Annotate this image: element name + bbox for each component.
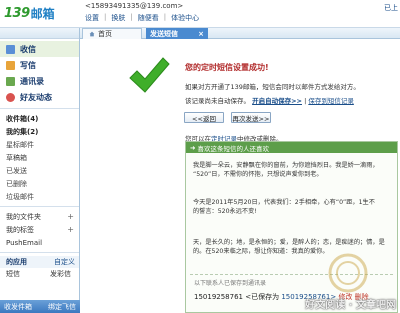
pushemail-row[interactable]: PushEmail [0,236,79,249]
my-folders-row[interactable]: 我的文件夹 + [0,210,79,223]
skin-link[interactable]: 换肤 [111,13,125,23]
friends-icon [6,92,15,102]
success-title: 您的定时短信设置成功! [185,63,269,72]
nav-contacts[interactable]: 通讯录 [0,73,79,89]
sidebar: 收信 写信 通讯录 好友动态 收件箱(4) 我的集(2) 星标邮件 草稿箱 已发… [0,28,80,313]
main-content: 您的定时短信设置成功! 如果对方开通了139邮箱，短信会同时以邮件方式发给对方。… [81,40,400,313]
save-hint: 该记录尚未自动保存。 开启自动保存>> | 保存到短信记录 [185,97,354,105]
folder-spam[interactable]: 垃圾邮件 [0,190,79,203]
add-folder-icon[interactable]: + [67,212,74,221]
close-tab-icon[interactable]: × [198,30,204,38]
sms-line: 天，是长久的；地，是永恒的；爱，是醉人的；恋，是痴迷的；情，是 [193,239,385,246]
sidebar-bottom-bar: 收发件箱 绑定飞信 [0,300,80,313]
sms-line: 的誓言：520永远不变! [193,208,257,215]
back-button[interactable]: <<返回 [184,112,224,123]
folder-sent[interactable]: 已发送 [0,164,79,177]
my-tags-label: 我的标签 [6,225,34,234]
tab-home[interactable]: 首页 [82,28,142,39]
recommended-title: 喜欢这条短信的人还喜欢 [197,144,269,153]
send-receive-link[interactable]: 收发件箱 [4,302,32,312]
logo-word: 邮箱 [30,6,55,21]
folder-starred[interactable]: 星标邮件 [0,138,79,151]
customize-apps-link[interactable]: 自定义 [54,257,75,267]
save-hint-text: 该记录尚未自动保存。 [185,97,250,105]
tab-send-sms-label: 发送短信 [150,29,178,38]
online-status[interactable]: 已上 [384,3,398,13]
contact-number: 15019258761 [194,293,243,301]
app-mms[interactable]: 发彩信 [50,269,71,279]
bind-fetion-link[interactable]: 绑定飞信 [48,302,76,312]
forward-description: 如果对方开通了139邮箱，短信会同时以邮件方式发给对方。 [185,83,360,91]
apps-row: 短信 发彩信 [0,268,79,280]
nav-contacts-label: 通讯录 [20,76,44,86]
folder-drafts[interactable]: 草稿箱 [0,151,79,164]
sms-suggestion-1[interactable]: 我是脚一朵云，安静飘在你的窗前，为你遮挡烈日。我是娇一滴雨， “520”日，不需… [193,161,379,179]
settings-link[interactable]: 设置 [85,13,99,23]
brand-logo[interactable]: 139 邮箱 [4,3,55,23]
main-nav: 收信 写信 通讯录 好友动态 [0,39,79,105]
account-address: <15893491335@139.com> [85,2,184,10]
success-check-icon [129,57,170,93]
contacts-saved-note: 以下联系人已保存到通讯录 [194,280,267,287]
apps-title: 的应用 [6,258,27,266]
arrow-icon: ➜ [190,143,196,152]
nav-friends-feed[interactable]: 好友动态 [0,89,79,105]
pushemail-label: PushEmail [6,238,43,247]
nav-compose[interactable]: 写信 [0,57,79,73]
divider [0,108,79,109]
my-tags-row[interactable]: 我的标签 + [0,223,79,236]
home-icon [89,31,95,37]
contact-saved-as: <已保存为 [245,293,280,301]
experience-center-link[interactable]: 体验中心 [171,13,199,23]
logo-number: 139 [4,5,30,21]
recommended-header: ➜ 喜欢这条短信的人还喜欢 [186,142,397,153]
watermark-stamp-icon [328,253,368,293]
header: 139 邮箱 <15893491335@139.com> 设置 | 换肤 | 随便看… [0,0,400,28]
sms-line: 今天是2011年5月20日，代表我们：2手相牵，心有“0”距，1生不 [193,199,375,206]
tab-home-label: 首页 [98,30,112,38]
contacts-icon [6,76,15,86]
sms-line: “520”日，不需你的怀抱，只想说声爱你到老。 [193,171,323,178]
nav-compose-label: 写信 [20,60,36,70]
sidebar-top-bar [0,28,79,39]
top-links: 设置 | 换肤 | 随便看 | 体验中心 [85,13,200,23]
browse-link[interactable]: 随便看 [138,13,159,23]
nav-inbox[interactable]: 收信 [0,41,79,57]
folder-deleted[interactable]: 已删除 [0,177,79,190]
send-again-button[interactable]: 再次发送>> [231,112,271,123]
inbox-icon [6,44,15,54]
tab-bar: 首页 发送短信 × [80,28,400,39]
my-folders-label: 我的文件夹 [6,212,41,221]
app-sms[interactable]: 短信 [6,269,20,279]
folder-inbox[interactable]: 收件箱(4) [0,112,79,125]
folder-my-collection[interactable]: 我的集(2) [0,125,79,138]
save-to-sms-record-link[interactable]: 保存到短信记录 [308,97,354,105]
compose-icon [6,60,15,70]
sms-suggestion-2[interactable]: 今天是2011年5月20日，代表我们：2手相牵，心有“0”距，1生不 的誓言：5… [193,198,375,216]
sms-line: 我是脚一朵云，安静飘在你的窗前，为你遮挡烈日。我是娇一滴雨， [193,162,379,169]
divider [0,206,79,207]
divider [0,252,79,253]
enable-autosave-link[interactable]: 开启自动保存>> [252,97,302,105]
tab-send-sms[interactable]: 发送短信 × [146,28,208,39]
apps-header: 的应用 自定义 [0,256,79,268]
nav-inbox-label: 收信 [20,44,36,54]
nav-friends-label: 好友动态 [20,92,52,102]
add-tag-icon[interactable]: + [67,225,74,234]
watermark-text: 好文阅读 · 文章吧网 [305,300,396,311]
